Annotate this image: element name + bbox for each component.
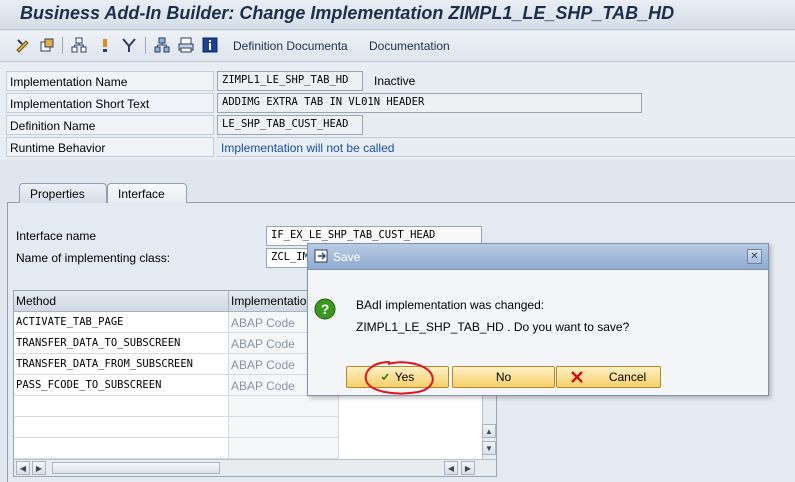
tab-interface[interactable]: Interface — [107, 183, 187, 203]
implementation-name-label: Implementation Name — [6, 71, 214, 91]
display-change-icon[interactable] — [14, 36, 32, 54]
empty-cell — [14, 438, 229, 459]
toolbar-separator — [62, 37, 63, 54]
print-icon[interactable] — [177, 36, 195, 54]
method-cell[interactable]: ACTIVATE_TAB_PAGE — [14, 312, 229, 333]
activate-icon[interactable] — [96, 36, 114, 54]
short-text-field[interactable]: ADDIMG EXTRA TAB IN VL01N HEADER — [217, 93, 642, 113]
save-window-icon — [314, 249, 329, 264]
structure-icon[interactable] — [153, 36, 171, 54]
window-title: Business Add-In Builder: Change Implemen… — [20, 3, 675, 23]
scroll-left-button[interactable]: ◀ — [444, 461, 458, 475]
documentation-button[interactable]: Documentation — [369, 39, 450, 53]
cancel-x-icon — [570, 371, 583, 383]
implementing-class-label: Name of implementing class: — [16, 251, 171, 265]
question-icon: ? — [314, 298, 336, 320]
method-cell[interactable]: TRANSFER_DATA_FROM_SUBSCREEN — [14, 354, 229, 375]
scroll-down-button[interactable]: ▼ — [482, 441, 496, 455]
empty-cell — [229, 417, 339, 438]
scroll-right-button[interactable]: ▶ — [461, 461, 475, 475]
empty-cell — [229, 396, 339, 417]
hierarchy-icon[interactable] — [70, 36, 88, 54]
method-cell[interactable]: TRANSFER_DATA_TO_SUBSCREEN — [14, 333, 229, 354]
cancel-button-label: Cancel — [608, 370, 647, 384]
interface-name-label: Interface name — [16, 229, 97, 243]
dialog-title-bar — [308, 244, 768, 270]
column-header-method[interactable]: Method — [14, 291, 229, 312]
info-icon[interactable] — [201, 36, 219, 54]
implementation-name-field[interactable]: ZIMPL1_LE_SHP_TAB_HD — [217, 71, 363, 91]
no-button[interactable]: No — [452, 366, 555, 388]
filter-icon[interactable] — [120, 36, 138, 54]
definition-name-field[interactable]: LE_SHP_TAB_CUST_HEAD — [217, 115, 363, 135]
cancel-button[interactable]: Cancel — [556, 366, 661, 388]
dialog-title: Save — [333, 250, 361, 264]
scroll-up-button[interactable]: ▲ — [482, 424, 496, 438]
scroll-thumb[interactable] — [52, 462, 220, 474]
toolbar-separator — [145, 37, 146, 54]
empty-cell — [14, 396, 229, 417]
dialog-message-line2: ZIMPL1_LE_SHP_TAB_HD . Do you want to sa… — [356, 320, 630, 334]
runtime-behavior-label: Runtime Behavior — [6, 137, 214, 157]
runtime-behavior-value: Implementation will not be called — [217, 137, 795, 157]
close-icon[interactable]: ✕ — [747, 249, 762, 264]
short-text-label: Implementation Short Text — [6, 93, 214, 113]
red-annotation-circle — [364, 361, 434, 395]
other-object-icon[interactable] — [38, 36, 56, 54]
scroll-right-button[interactable]: ▶ — [32, 461, 46, 475]
definition-documentation-button[interactable]: Definition Documenta — [233, 39, 348, 53]
empty-cell — [14, 417, 229, 438]
empty-cell — [229, 438, 339, 459]
implementation-status: Inactive — [374, 74, 416, 88]
svg-text:?: ? — [321, 301, 330, 317]
tab-properties[interactable]: Properties — [19, 183, 107, 203]
definition-name-label: Definition Name — [6, 115, 214, 135]
dialog-message-line1: BAdI implementation was changed: — [356, 298, 545, 312]
method-cell[interactable]: PASS_FCODE_TO_SUBSCREEN — [14, 375, 229, 396]
scroll-left-button[interactable]: ◀ — [16, 461, 30, 475]
